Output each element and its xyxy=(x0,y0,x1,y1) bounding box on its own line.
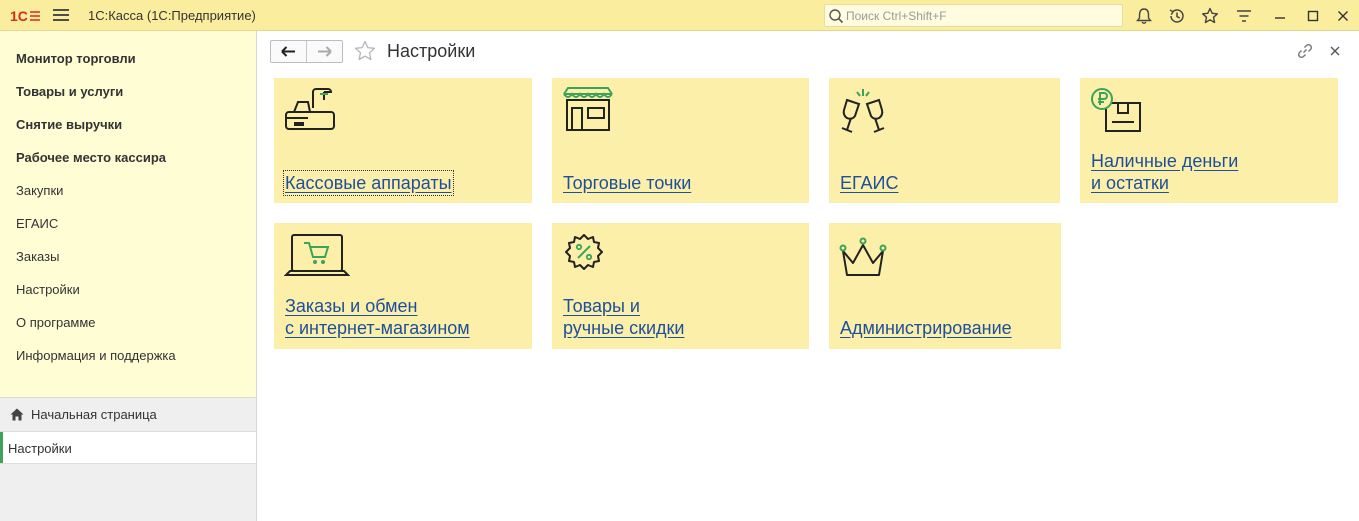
tile-label[interactable]: Наличные деньги и остатки xyxy=(1091,150,1238,194)
star-icon[interactable] xyxy=(1200,6,1220,26)
sidebar-item-purchases[interactable]: Закупки xyxy=(16,183,63,198)
page-title: Настройки xyxy=(387,41,476,61)
tile-goods-discounts[interactable]: Товары и ручные скидки xyxy=(552,223,809,349)
sidebar-item-goods-services[interactable]: Товары и услуги xyxy=(16,84,123,99)
sidebar-item-settings[interactable]: Настройки xyxy=(16,282,80,297)
ruble-box-icon xyxy=(1091,88,1141,132)
cash-register-icon xyxy=(285,88,335,130)
funnel-menu-icon[interactable] xyxy=(1234,6,1254,26)
tile-label[interactable]: Торговые точки xyxy=(563,172,691,194)
tile-cash-balances[interactable]: Наличные деньги и остатки xyxy=(1080,78,1338,203)
tile-label[interactable]: Администрирование xyxy=(840,317,1012,339)
crown-icon xyxy=(839,237,887,276)
tile-administration[interactable]: Администрирование xyxy=(829,223,1061,349)
search-icon xyxy=(829,9,844,24)
back-arrow-icon[interactable] xyxy=(271,41,306,62)
search-input[interactable] xyxy=(846,7,1116,24)
tile-online-store-orders[interactable]: Заказы и обмен с интернет-магазином xyxy=(274,223,532,349)
close-form-icon[interactable] xyxy=(1328,44,1342,58)
tile-label[interactable]: Товары и ручные скидки xyxy=(563,295,684,339)
sidebar-item-trade-monitor[interactable]: Монитор торговли xyxy=(16,51,136,66)
forward-arrow-icon[interactable] xyxy=(307,41,342,62)
sidebar-item-cash-withdrawal[interactable]: Снятие выручки xyxy=(16,117,122,132)
svg-text:1С: 1С xyxy=(10,8,28,24)
sections-panel: Монитор торговли Товары и услуги Снятие … xyxy=(0,31,257,521)
home-icon xyxy=(10,408,24,421)
global-search[interactable] xyxy=(824,4,1123,27)
open-windows-panel: Начальная страница Настройки xyxy=(0,397,256,521)
add-favorite-star-icon[interactable] xyxy=(353,40,377,62)
close-icon[interactable] xyxy=(1333,6,1353,26)
hamburger-menu-icon[interactable] xyxy=(53,9,69,23)
discount-badge-icon xyxy=(565,234,603,270)
1c-logo-icon[interactable]: 1С xyxy=(10,8,42,24)
home-page-label: Начальная страница xyxy=(31,407,157,422)
minimize-icon[interactable] xyxy=(1270,6,1290,26)
tile-label[interactable]: Кассовые аппараты xyxy=(283,170,454,196)
open-window-label: Настройки xyxy=(8,441,72,456)
sidebar-item-info-support[interactable]: Информация и поддержка xyxy=(16,348,176,363)
tile-label[interactable]: ЕГАИС xyxy=(840,172,899,194)
bell-icon[interactable] xyxy=(1134,6,1154,26)
history-icon[interactable] xyxy=(1167,6,1187,26)
home-page-tab[interactable]: Начальная страница xyxy=(0,398,256,431)
sidebar-item-orders[interactable]: Заказы xyxy=(16,249,59,264)
title-bar: 1С 1С:Касса (1С:Предприятие) xyxy=(0,0,1359,31)
app-title: 1С:Касса (1С:Предприятие) xyxy=(88,8,256,23)
tile-cash-registers[interactable]: Кассовые аппараты xyxy=(274,78,532,203)
tile-label[interactable]: Заказы и обмен с интернет-магазином xyxy=(285,295,470,339)
store-icon xyxy=(563,87,613,131)
link-icon[interactable] xyxy=(1296,42,1314,60)
sidebar-item-about[interactable]: О программе xyxy=(16,315,96,330)
sidebar-item-cashier-workplace[interactable]: Рабочее место кассира xyxy=(16,150,166,165)
tile-retail-points[interactable]: Торговые точки xyxy=(552,78,809,203)
maximize-icon[interactable] xyxy=(1303,6,1323,26)
open-window-settings[interactable]: Настройки xyxy=(0,431,256,464)
history-nav xyxy=(270,40,343,63)
tile-egais[interactable]: ЕГАИС xyxy=(829,78,1060,203)
champagne-glasses-icon xyxy=(841,89,885,133)
sidebar-item-egais[interactable]: ЕГАИС xyxy=(16,216,58,231)
laptop-cart-icon xyxy=(284,234,350,276)
